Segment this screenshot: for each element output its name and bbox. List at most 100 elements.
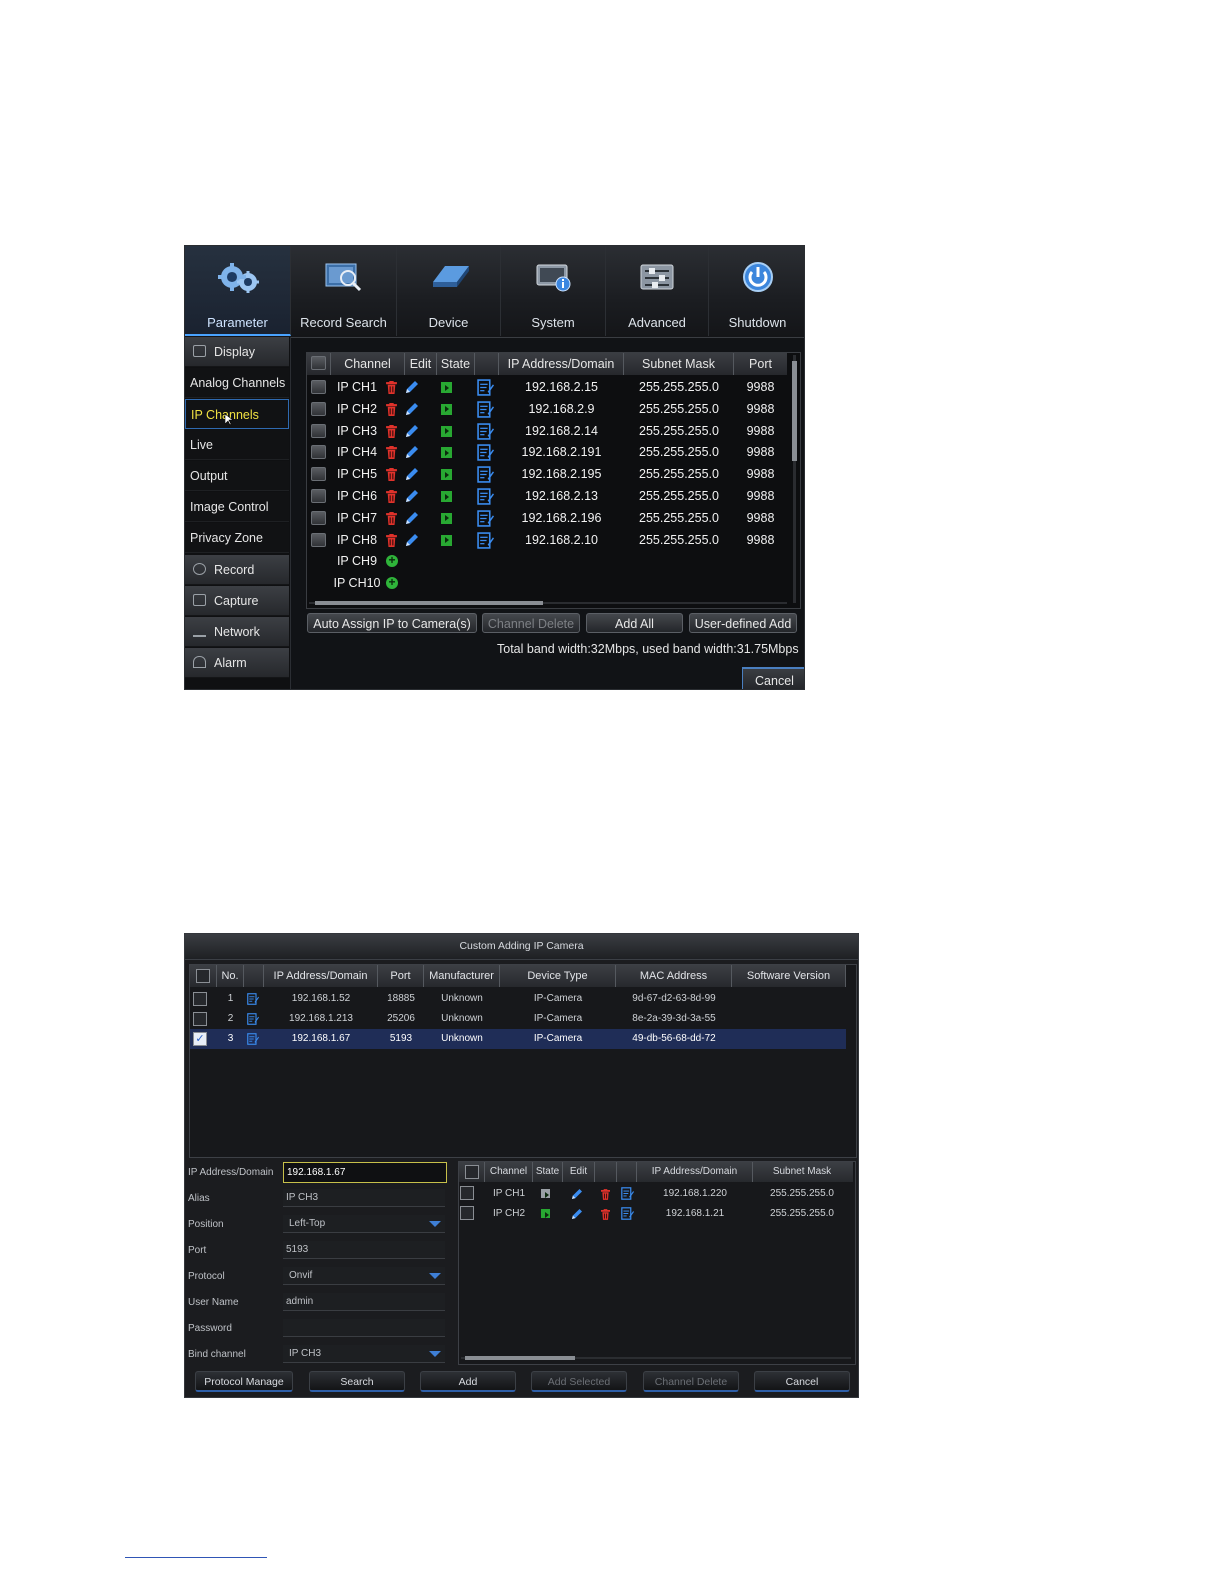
details-note-icon[interactable] — [477, 401, 494, 418]
play-state-icon[interactable] — [541, 1209, 550, 1218]
play-state-icon[interactable] — [441, 491, 452, 502]
table-row[interactable]: IP CH2 192.168.1.21 255.255.255.0 — [459, 1204, 853, 1224]
protocol-select[interactable]: Onvif — [283, 1267, 445, 1285]
edit-pencil-icon[interactable] — [406, 490, 418, 502]
row-checkbox[interactable] — [311, 380, 326, 394]
password-input[interactable] — [283, 1319, 445, 1337]
sidebar-item-ip-channels[interactable]: IP Channels — [185, 399, 289, 429]
details-note-icon[interactable] — [247, 1033, 259, 1045]
table-row[interactable]: IP CH1 192.168.1.220 255.255.255.0 — [459, 1184, 853, 1204]
play-state-icon[interactable] — [441, 425, 452, 437]
table-row[interactable]: 2 192.168.1.213 25206 Unknown IP-Camera 8e-2… — [190, 1009, 846, 1029]
delete-trash-icon[interactable] — [601, 1209, 610, 1220]
row-checkbox[interactable] — [460, 1206, 474, 1220]
menu-record-search[interactable]: Record Search — [291, 246, 397, 336]
user-name-input[interactable]: admin — [283, 1293, 445, 1311]
select-all-checkbox[interactable] — [465, 1165, 479, 1179]
row-checkbox[interactable] — [193, 992, 207, 1006]
sidebar-item-privacy-zone[interactable]: Privacy Zone — [185, 523, 289, 553]
details-note-icon[interactable] — [477, 466, 494, 483]
sidebar-item-capture[interactable]: Capture — [185, 586, 289, 616]
delete-trash-icon[interactable] — [386, 511, 397, 525]
details-note-icon[interactable] — [477, 422, 494, 440]
play-state-icon[interactable] — [441, 403, 452, 415]
bind-channel-select[interactable]: IP CH3 — [283, 1345, 445, 1363]
edit-pencil-icon[interactable] — [572, 1209, 582, 1219]
add-button[interactable]: Add — [420, 1371, 516, 1392]
vertical-scrollbar[interactable] — [791, 355, 798, 603]
horizontal-scrollbar[interactable] — [309, 600, 787, 606]
table-row[interactable]: 1 192.168.1.52 18885 Unknown IP-Camera 9d-67… — [190, 989, 846, 1009]
menu-parameter[interactable]: Parameter — [185, 246, 291, 336]
table-row[interactable]: IP CH3 192.168.2.14 255.255.255.0 9988 — [307, 421, 787, 442]
delete-trash-icon[interactable] — [386, 402, 397, 416]
details-note-icon[interactable] — [477, 531, 494, 549]
edit-pencil-icon[interactable] — [406, 468, 418, 481]
auto-assign-ip-button[interactable]: Auto Assign IP to Camera(s) — [307, 613, 477, 633]
select-all-checkbox[interactable] — [311, 356, 326, 370]
details-note-icon[interactable] — [477, 379, 494, 396]
ip-address-input[interactable]: 192.168.1.67 — [283, 1162, 447, 1183]
delete-trash-icon[interactable] — [386, 533, 397, 547]
channel-delete-button[interactable]: Channel Delete — [482, 613, 580, 633]
table-row[interactable]: IP CH7 192.168.2.196 255.255.255.0 9988 — [307, 508, 787, 529]
delete-trash-icon[interactable] — [601, 1189, 610, 1200]
row-checkbox[interactable] — [311, 532, 326, 547]
edit-pencil-icon[interactable] — [406, 381, 418, 393]
select-all-checkbox[interactable] — [196, 969, 210, 983]
play-state-icon[interactable] — [441, 512, 452, 524]
port-input[interactable]: 5193 — [283, 1241, 445, 1259]
channel-delete-button[interactable]: Channel Delete — [643, 1371, 739, 1392]
edit-pencil-icon[interactable] — [406, 533, 418, 546]
menu-device[interactable]: Device — [397, 246, 501, 336]
sidebar-item-image-control[interactable]: Image Control — [185, 492, 289, 522]
sidebar-item-live[interactable]: Live — [185, 430, 289, 460]
cancel-button[interactable]: Cancel — [742, 667, 804, 689]
add-selected-button[interactable]: Add Selected — [531, 1371, 627, 1392]
table-row[interactable]: IP CH2 192.168.2.9 255.255.255.0 9988 — [307, 399, 787, 420]
row-checkbox[interactable] — [311, 510, 326, 525]
menu-advanced[interactable]: Advanced — [606, 246, 709, 336]
delete-trash-icon[interactable] — [386, 381, 397, 394]
sidebar-item-record[interactable]: Record — [185, 555, 289, 585]
search-button[interactable]: Search — [309, 1371, 405, 1392]
play-state-icon[interactable] — [441, 534, 452, 546]
delete-trash-icon[interactable] — [386, 424, 397, 438]
edit-pencil-icon[interactable] — [406, 511, 418, 524]
row-checkbox[interactable] — [311, 445, 326, 460]
position-select[interactable]: Left-Top — [283, 1215, 445, 1233]
add-channel-icon[interactable]: + — [386, 576, 398, 590]
alias-input[interactable]: IP CH3 — [283, 1189, 445, 1207]
table-row[interactable]: IP CH5 192.168.2.195 255.255.255.0 9988 — [307, 464, 787, 485]
horizontal-scrollbar[interactable] — [461, 1355, 851, 1361]
details-note-icon[interactable] — [621, 1207, 634, 1220]
details-note-icon[interactable] — [247, 993, 259, 1005]
details-note-icon[interactable] — [477, 444, 494, 462]
table-row[interactable]: IP CH9 + — [307, 551, 787, 572]
row-checkbox[interactable] — [311, 467, 326, 482]
delete-trash-icon[interactable] — [386, 446, 397, 460]
sidebar-item-output[interactable]: Output — [185, 461, 289, 491]
protocol-manage-button[interactable]: Protocol Manage — [195, 1371, 293, 1392]
play-state-icon[interactable] — [441, 447, 452, 459]
edit-pencil-icon[interactable] — [406, 446, 418, 459]
add-all-button[interactable]: Add All — [586, 613, 683, 633]
edit-pencil-icon[interactable] — [572, 1189, 582, 1199]
details-note-icon[interactable] — [477, 488, 494, 505]
cancel-button[interactable]: Cancel — [754, 1371, 850, 1392]
sidebar-item-display[interactable]: Display — [185, 337, 289, 367]
details-note-icon[interactable] — [247, 1013, 259, 1025]
sidebar-item-analog-channels[interactable]: Analog Channels — [185, 368, 289, 398]
delete-trash-icon[interactable] — [386, 468, 397, 482]
details-note-icon[interactable] — [477, 510, 494, 527]
user-defined-add-button[interactable]: User-defined Add — [689, 613, 797, 633]
table-row[interactable]: IP CH10 + — [307, 573, 787, 594]
menu-shutdown[interactable]: Shutdown — [709, 246, 804, 336]
row-checkbox[interactable] — [193, 1012, 207, 1026]
table-row[interactable]: IP CH4 192.168.2.191 255.255.255.0 9988 — [307, 442, 787, 463]
play-state-icon[interactable] — [541, 1189, 550, 1198]
sidebar-item-network[interactable]: Network — [185, 617, 289, 647]
menu-system[interactable]: System — [501, 246, 606, 336]
delete-trash-icon[interactable] — [386, 490, 397, 503]
table-row[interactable]: IP CH1 192.168.2.15 255.255.255.0 9988 — [307, 377, 787, 398]
